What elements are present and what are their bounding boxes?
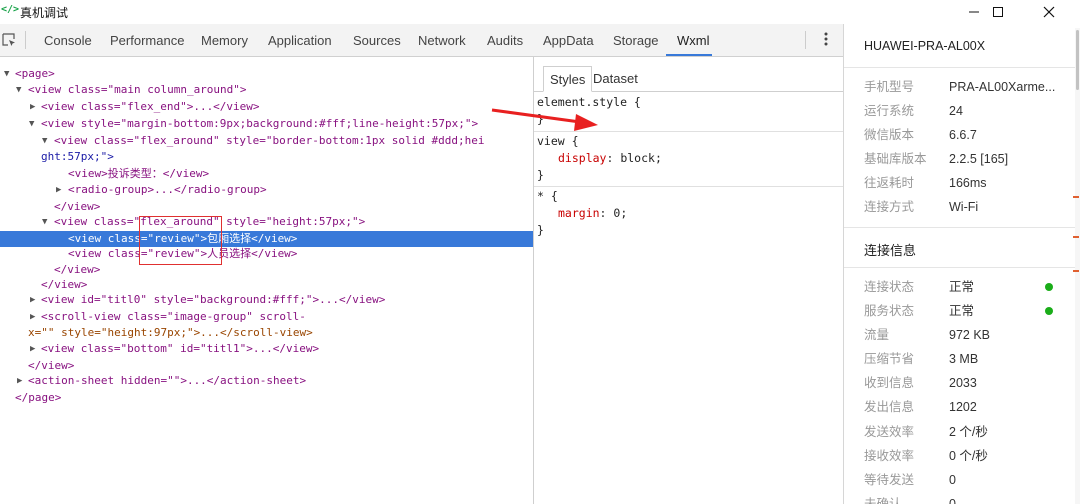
collapsed-arrow-icon[interactable]: ▶ <box>30 292 35 308</box>
tab-dataset[interactable]: Dataset <box>587 66 644 92</box>
collapsed-arrow-icon[interactable]: ▶ <box>56 182 61 198</box>
tab-console[interactable]: Console <box>44 24 92 57</box>
style-declaration[interactable]: margin: 0; <box>537 205 843 222</box>
tree-node[interactable]: ▼ <view class="flex_around" style="height… <box>0 214 533 230</box>
tab-styles[interactable]: Styles <box>543 66 593 92</box>
expanded-arrow-icon[interactable]: ▼ <box>29 116 34 132</box>
conn-row-unacked: 未确认 0 <box>864 497 956 504</box>
conn-row-status: 连接状态 正常 <box>844 275 1080 299</box>
annotation-highlight-box <box>139 216 222 265</box>
collapsed-arrow-icon[interactable]: ▶ <box>30 309 35 325</box>
info-row-connection-type: 连接方式 Wi-Fi <box>864 200 979 214</box>
tree-node[interactable]: </view> <box>0 199 533 215</box>
info-row-lib-version: 基础库版本 2.2.5 [165] <box>864 152 1009 166</box>
title-bar: </> 真机调试 <box>0 0 1080 24</box>
inspect-element-icon[interactable] <box>2 33 16 47</box>
tree-node[interactable]: <view>投诉类型：</view> <box>0 166 533 182</box>
tree-node-selected[interactable]: <view class="review">包厢选择</view> <box>0 231 533 247</box>
tree-node[interactable]: </view> <box>0 277 533 293</box>
style-rule-element[interactable]: element.style { } <box>534 94 843 132</box>
tree-node-continuation: ght:57px;"> <box>41 150 114 163</box>
style-rule-universal[interactable]: * { margin: 0; } <box>534 188 843 243</box>
tree-node[interactable]: ▶ <action-sheet hidden="">...</action-she… <box>0 373 533 389</box>
toolbar-separator <box>25 31 26 49</box>
devtools-toolbar: Console Performance Memory Application S… <box>0 24 843 57</box>
code-icon: </> <box>1 4 20 15</box>
style-declaration[interactable]: display: block; <box>537 150 843 167</box>
wxml-tree: ▼ <page> ▼ <view class="main column_around… <box>0 57 533 504</box>
maximize-button[interactable] <box>975 0 1021 24</box>
edge-marker <box>1073 270 1079 272</box>
tree-node[interactable]: ▼ <view class="main column_around"> <box>0 82 533 98</box>
active-tab-indicator <box>666 54 712 56</box>
conn-row-pending: 等待发送 0 <box>864 473 956 487</box>
tab-storage[interactable]: Storage <box>613 24 659 57</box>
device-name: HUAWEI-PRA-AL00X <box>864 39 986 53</box>
panel-scrollbar[interactable] <box>1075 28 1080 504</box>
tree-node-continuation: x="" style="height:97px;">...</scroll-vi… <box>28 326 313 339</box>
tree-node[interactable]: ▼ <view style="margin-bottom:9px;backgrou… <box>0 116 533 132</box>
info-row-rtt: 往返耗时 166ms <box>864 176 987 190</box>
device-panel: HUAWEI-PRA-AL00X 手机型号 PRA-AL00Xarme... 运行… <box>844 24 1080 504</box>
expanded-arrow-icon[interactable]: ▼ <box>42 133 47 149</box>
conn-row-receive-rate: 接收效率 0 个/秒 <box>864 449 988 463</box>
expanded-arrow-icon[interactable]: ▼ <box>42 214 47 230</box>
conn-row-sent: 发出信息 1202 <box>864 400 977 414</box>
more-options-icon[interactable] <box>820 32 832 50</box>
window-title: 真机调试 <box>20 6 69 20</box>
divider <box>844 227 1080 228</box>
tree-node[interactable]: ▶ <scroll-view class="image-group" scroll… <box>0 309 533 325</box>
tree-node[interactable]: </page> <box>0 390 533 406</box>
info-row-os: 运行系统 24 <box>864 104 963 118</box>
style-rule-view[interactable]: view { display: block; } <box>534 133 843 187</box>
close-icon <box>1043 6 1055 18</box>
tab-wxml[interactable]: Wxml <box>677 24 710 57</box>
divider <box>844 67 1080 68</box>
collapsed-arrow-icon[interactable]: ▶ <box>30 99 35 115</box>
tab-sources[interactable]: Sources <box>353 24 401 57</box>
conn-row-compression: 压缩节省 3 MB <box>864 352 979 366</box>
tab-network[interactable]: Network <box>418 24 466 57</box>
conn-row-send-rate: 发送效率 2 个/秒 <box>864 425 988 439</box>
collapsed-arrow-icon[interactable]: ▶ <box>30 341 35 357</box>
tab-memory[interactable]: Memory <box>201 24 248 57</box>
close-button[interactable] <box>1026 0 1072 24</box>
divider <box>844 267 1080 268</box>
status-ok-icon <box>1045 283 1053 291</box>
collapsed-arrow-icon[interactable]: ▶ <box>17 373 22 389</box>
tree-node[interactable]: <view class="review">人员选择</view> <box>0 246 533 262</box>
tab-application[interactable]: Application <box>268 24 332 57</box>
expanded-arrow-icon[interactable]: ▼ <box>16 82 21 98</box>
conn-row-service: 服务状态 正常 <box>844 299 1080 323</box>
styles-tabbar: Styles Dataset <box>534 66 843 92</box>
tree-node[interactable]: ▼ <page> <box>0 66 533 82</box>
conn-row-traffic: 流量 972 KB <box>864 328 991 342</box>
scrollbar-thumb[interactable] <box>1076 30 1079 90</box>
edge-marker <box>1073 196 1079 198</box>
conn-row-received: 收到信息 2033 <box>864 376 977 390</box>
tree-node[interactable]: ▶ <view class="flex_end">...</view> <box>0 99 533 115</box>
tab-audits[interactable]: Audits <box>487 24 523 57</box>
info-row-model: 手机型号 PRA-AL00Xarme... <box>864 80 1056 94</box>
styles-pane: Styles Dataset element.style { } view { … <box>534 57 843 504</box>
maximize-icon <box>993 7 1003 17</box>
tree-node[interactable]: </view> <box>0 358 533 374</box>
status-ok-icon <box>1045 307 1053 315</box>
tab-performance[interactable]: Performance <box>110 24 184 57</box>
tree-node[interactable]: ▶ <radio-group>...</radio-group> <box>0 182 533 198</box>
edge-marker <box>1073 236 1079 238</box>
connection-section-title: 连接信息 <box>864 243 917 258</box>
tree-node[interactable]: ▶ <view id="titl0" style="background:#fff… <box>0 292 533 308</box>
toolbar-separator <box>805 31 806 49</box>
info-row-wechat-version: 微信版本 6.6.7 <box>864 128 977 142</box>
tree-node[interactable]: ▶ <view class="bottom" id="titl1">...</vi… <box>0 341 533 357</box>
tab-appdata[interactable]: AppData <box>543 24 594 57</box>
tree-node[interactable]: </view> <box>0 262 533 278</box>
expanded-arrow-icon[interactable]: ▼ <box>4 66 9 82</box>
tree-node[interactable]: ▼ <view class="flex_around" style="border… <box>0 133 533 149</box>
